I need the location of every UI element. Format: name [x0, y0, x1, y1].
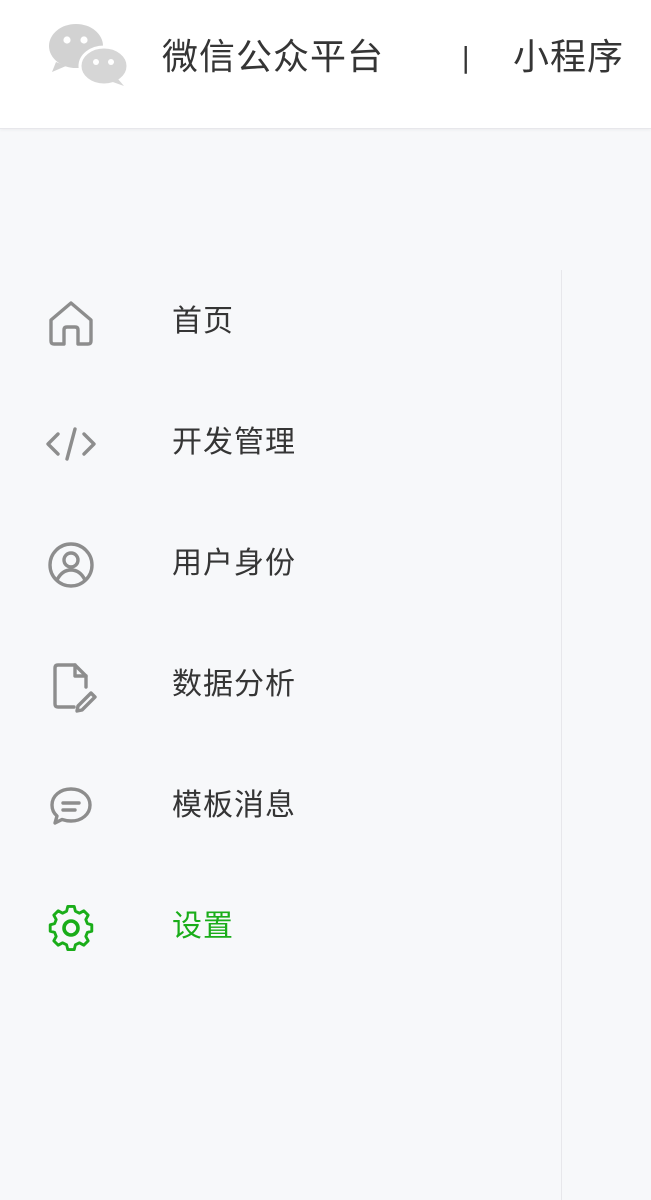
product-name: 小程序 — [513, 37, 625, 78]
sidebar-item-label: 用户身份 — [172, 546, 296, 581]
sidebar-item-user-identity[interactable]: 用户身份 — [0, 504, 560, 625]
home-icon — [44, 296, 98, 350]
sidebar-item-label: 首页 — [172, 304, 234, 339]
brand-separator: | — [461, 41, 471, 74]
sidebar-item-template-messages[interactable]: 模板消息 — [0, 746, 560, 867]
sidebar-menu: 首页 开发管理 用户身份 数据分析 模板消息 设置 — [0, 262, 560, 988]
sidebar-item-home[interactable]: 首页 — [0, 262, 560, 383]
gear-icon — [44, 901, 98, 955]
sidebar-item-label: 开发管理 — [172, 425, 296, 460]
wechat-logo-icon[interactable] — [46, 22, 130, 88]
message-bubble-icon — [44, 780, 98, 834]
sidebar-item-label: 设置 — [172, 909, 234, 944]
sidebar-item-data-analysis[interactable]: 数据分析 — [0, 625, 560, 746]
user-circle-icon — [44, 538, 98, 592]
brand-name[interactable]: 微信公众平台 — [162, 34, 384, 82]
sidebar-item-settings[interactable]: 设置 — [0, 867, 560, 988]
sidebar-item-label: 数据分析 — [172, 667, 296, 702]
top-bar: 微信公众平台 | 小程序 — [0, 0, 651, 129]
sidebar-item-dev-management[interactable]: 开发管理 — [0, 383, 560, 504]
sidebar-item-label: 模板消息 — [172, 788, 296, 823]
document-edit-icon — [44, 659, 98, 713]
content-divider — [561, 270, 562, 1200]
code-icon — [44, 417, 98, 471]
